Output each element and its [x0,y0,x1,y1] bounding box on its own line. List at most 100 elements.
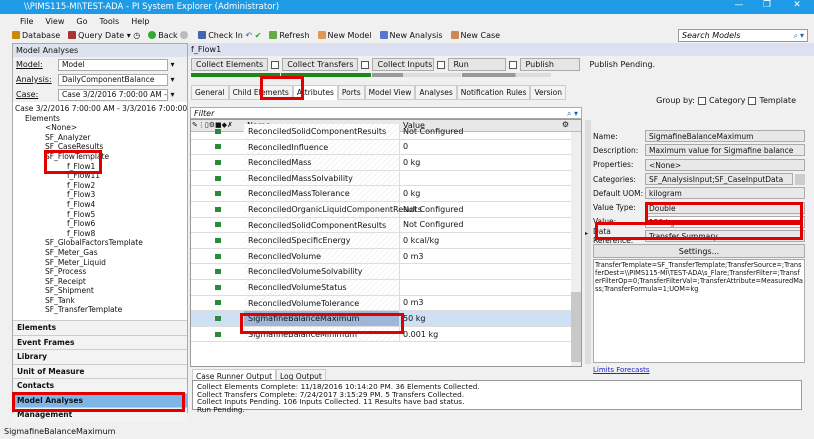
table-row[interactable]: ReconciledVolumeStatus [191,279,581,296]
query-date-button[interactable]: Query Date ▾ ◷ [68,30,140,40]
attribute-name[interactable]: ReconciledSpecificEnergy [244,233,400,248]
attribute-value[interactable]: Not Configured [400,220,463,229]
name-field[interactable]: SigmafineBalanceMaximum [645,130,805,143]
search-icon[interactable]: ⌕ ▾ [793,31,804,41]
tab-version[interactable]: Version [530,85,567,100]
refresh-button[interactable]: Refresh [269,30,310,40]
new-case-button[interactable]: New Case [450,30,500,40]
publish-button[interactable]: Publish [520,58,581,71]
attribute-name[interactable]: ReconciledOrganicLiquidComponentResults [244,201,422,217]
attribute-value[interactable]: 0 [400,142,408,151]
back-button[interactable]: Back [148,30,190,40]
collect-transfers-button[interactable]: Collect Transfers [282,58,359,71]
tree-item[interactable]: SF_TransferTemplate [15,305,185,315]
nav-event-frames[interactable]: Event Frames [13,334,187,349]
tree-case-root[interactable]: Case 3/2/2016 7:00:00 AM - 3/3/2016 7:00… [15,104,187,114]
menu-help[interactable]: Help [131,17,149,28]
table-row[interactable]: ReconciledVolumeTolerance 0 m3 [191,295,581,312]
tree-item-flow[interactable]: f_Flow5 [15,210,185,220]
table-row[interactable]: ReconciledSolidComponentResults Not Confi… [191,217,581,234]
splitter-handle[interactable]: ▸ [585,120,591,364]
forward-icon[interactable] [180,30,189,39]
database-button[interactable]: Database [12,30,60,40]
check-icon[interactable]: ✔ [255,31,262,40]
search-models-input[interactable]: Search Models ⌕ ▾ [678,29,808,42]
collect-elements-button[interactable]: Collect Elements [191,58,269,71]
attribute-name[interactable]: ReconciledInfluence [244,139,400,155]
scrollbar-thumb[interactable] [571,292,581,362]
tree-elements[interactable]: Elements [15,114,185,124]
attribute-name[interactable]: ReconciledSolidComponentResults [244,217,400,233]
attribute-value[interactable]: 0 kg [400,158,420,167]
collect-inputs-button[interactable]: Collect Inputs [372,58,435,71]
attribute-name[interactable]: ReconciledVolumeTolerance [244,295,400,311]
table-row[interactable]: ReconciledSpecificEnergy 0 kcal/kg [191,233,581,249]
uom-field[interactable]: kilogram [645,187,805,200]
attribute-value[interactable]: 0 kcal/kg [400,236,439,245]
tree-item[interactable]: SF_Tank [15,296,185,306]
nav-unit-of-measure[interactable]: Unit of Measure [13,363,187,378]
table-row[interactable]: ReconciledMassTolerance 0 kg [191,186,581,202]
config-string[interactable]: TransferTemplate=SF_TransferTemplate;Tra… [593,259,805,364]
attribute-name[interactable]: ReconciledVolumeSolvability [244,264,400,279]
table-row[interactable]: ReconciledMass 0 kg [191,155,581,171]
new-analysis-button[interactable]: New Analysis [379,30,443,40]
undo-icon[interactable]: ↶ [245,31,252,40]
close-button[interactable]: ✕ [782,0,812,14]
tab-analyses[interactable]: Analyses [415,85,457,100]
table-row[interactable]: ReconciledMassSolvability [191,170,581,187]
nav-elements[interactable]: Elements [13,320,187,335]
model-select[interactable]: Model [58,58,168,71]
table-row[interactable]: ReconciledInfluence 0 [191,139,581,156]
attribute-name[interactable]: ReconciledVolumeStatus [244,279,400,295]
properties-select[interactable]: <None> [645,158,805,171]
tab-ports[interactable]: Ports [337,85,365,100]
menu-go[interactable]: Go [76,17,87,28]
tab-model-view[interactable]: Model View [364,85,416,100]
attribute-value[interactable]: Not Configured [400,127,463,136]
analysis-select[interactable]: DailyComponentBalance [58,73,168,86]
attribute-name[interactable]: ReconciledVolume [244,248,400,264]
column-settings-icon[interactable]: ⚙ [562,120,581,131]
tab-notification-rules[interactable]: Notification Rules [456,85,531,100]
tree-item-flow[interactable]: f_Flow8 [15,229,185,239]
case-select[interactable]: Case 3/2/2016 7:00:00 AM - 3/3/20 [58,88,168,101]
check-in-button[interactable]: Check In ↶ ✔ [198,30,262,40]
filter-input[interactable]: Filter ⌕ ▾ [190,107,582,119]
menu-file[interactable]: File [20,17,33,28]
description-field[interactable]: Maximum value for Sigmafine balance [645,144,805,157]
tree-item-flow[interactable]: f_Flow2 [15,181,185,191]
nav-contacts[interactable]: Contacts [13,378,187,393]
menu-tools[interactable]: Tools [99,17,119,28]
category-checkbox[interactable] [697,96,706,105]
attribute-name[interactable]: ReconciledMass [244,155,400,170]
run-checkbox[interactable] [509,60,518,69]
tree-item-flow[interactable]: f_Flow4 [15,200,185,210]
collect-inputs-checkbox[interactable] [437,60,446,69]
attribute-name[interactable]: ReconciledMassTolerance [244,186,400,201]
tree-item[interactable]: SF_Receipt [15,277,185,287]
collect-transfers-checkbox[interactable] [361,60,370,69]
tab-general[interactable]: General [191,85,229,100]
filter-search-icon[interactable]: ⌕ ▾ [567,109,578,119]
attribute-value[interactable]: Not Configured [400,205,463,214]
categories-field[interactable]: SF_AnalysisInput;SF_CaseInputData [645,173,793,186]
collect-elements-checkbox[interactable] [271,60,280,69]
restore-button[interactable]: ❐ [752,0,782,14]
menu-view[interactable]: View [45,17,64,28]
tree-item[interactable]: SF_Meter_Liquid [15,258,185,268]
attribute-value[interactable]: 0 m3 [400,298,424,307]
tree-item-flow[interactable]: f_Flow6 [15,219,185,229]
tree-item[interactable]: SF_Analyzer [15,133,185,143]
tree-item[interactable]: SF_Meter_Gas [15,248,185,258]
tree-item[interactable]: SF_Process [15,267,185,277]
tree-item-flow[interactable]: f_Flow3 [15,190,185,200]
table-row[interactable]: ReconciledVolume 0 m3 [191,248,581,265]
categories-browse-button[interactable] [795,173,805,185]
new-model-button[interactable]: New Model [317,30,372,40]
table-row[interactable]: ReconciledOrganicLiquidComponentResults N… [191,201,581,218]
limits-link[interactable]: Limits [593,366,614,374]
tree-item[interactable]: <None> [15,123,185,133]
attribute-value[interactable]: 0 kg [400,189,420,198]
grid-scrollbar[interactable] [571,132,581,366]
